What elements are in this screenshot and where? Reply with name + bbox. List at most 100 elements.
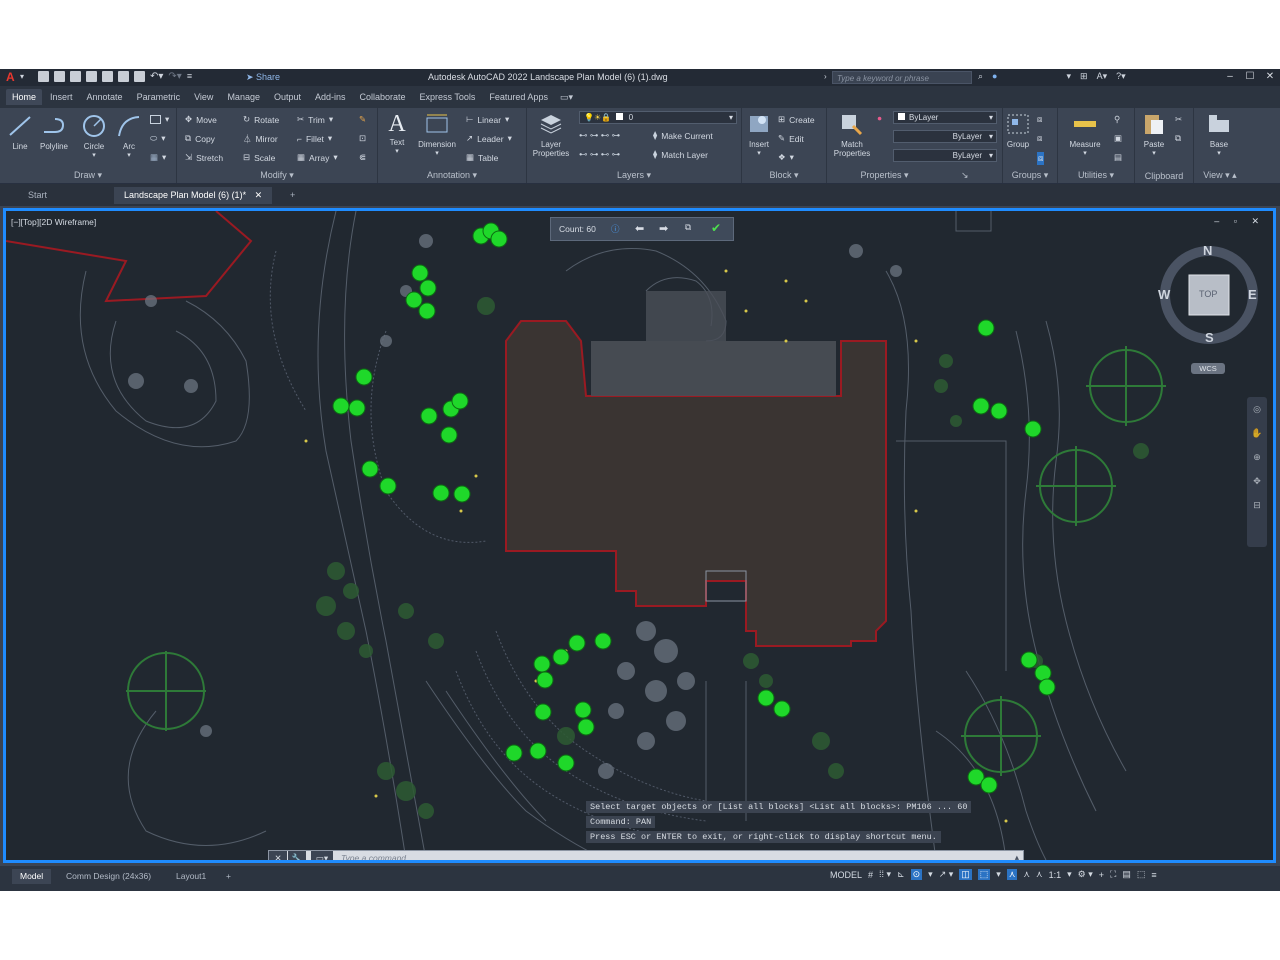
tab-view[interactable]: View [188, 89, 219, 105]
search-icon[interactable]: ⌕ [978, 71, 983, 82]
utilities-panel-title[interactable]: Utilities ▾ [1058, 170, 1134, 181]
minimize-button[interactable]: – [1220, 69, 1240, 86]
drawing-canvas[interactable] [6, 211, 1273, 860]
properties-panel-title[interactable]: Properties ▾ ↘ [827, 170, 1002, 181]
layers-panel-title[interactable]: Layers ▾ [527, 170, 741, 181]
cart-icon[interactable]: ⊞ [1080, 71, 1088, 82]
tab-home[interactable]: Home [6, 89, 43, 105]
edit-block-button[interactable]: ✎ Edit [778, 133, 804, 144]
navigation-bar[interactable]: ◎ ✋ ⊕ ✥ ⊟ [1247, 397, 1267, 547]
clean-screen-icon[interactable]: ⬚ [1137, 869, 1146, 880]
paste-button[interactable]: Paste ▾ [1137, 112, 1171, 157]
boundary-button[interactable]: ▦ ▾ [150, 152, 166, 163]
stretch-button[interactable]: ⇲ Stretch [185, 152, 223, 163]
osnap-icon[interactable]: ◫ [959, 869, 972, 880]
tab-output[interactable]: Output [268, 89, 307, 105]
save-as-icon[interactable] [86, 71, 97, 82]
previous-arrow-icon[interactable]: ⬅ [635, 222, 644, 235]
annotation-panel-title[interactable]: Annotation ▾ [378, 170, 526, 181]
color-wheel-icon[interactable]: ● [877, 113, 882, 123]
workspace-gear-icon[interactable]: ⚙ ▾ [1078, 869, 1093, 880]
rectangle-button[interactable]: ▾ [150, 114, 169, 125]
close-command-icon[interactable]: ✕ [269, 851, 287, 860]
close-count-check-icon[interactable]: ✔ [711, 221, 721, 235]
osnap-3d-icon[interactable]: ⬚ [977, 869, 991, 880]
recent-commands-icon[interactable]: ▭▾ [311, 851, 333, 860]
block-panel-title[interactable]: Block ▾ [742, 170, 826, 181]
share-button[interactable]: ➤ Share [246, 72, 280, 83]
infer-constraints-icon[interactable]: ⊾ [897, 869, 905, 880]
compass-east[interactable]: E [1248, 287, 1257, 302]
redo-icon[interactable]: ↷▾ [168, 71, 181, 82]
create-block-button[interactable]: ⊞ Create [778, 114, 815, 125]
tab-parametric[interactable]: Parametric [131, 89, 187, 105]
comm-design-layout-tab[interactable]: Comm Design (24x36) [58, 869, 159, 884]
text-button[interactable]: A Text ▾ [382, 112, 412, 155]
quick-select-button[interactable]: ⚲ [1114, 114, 1120, 125]
open-web-icon[interactable] [102, 71, 113, 82]
hatch-button[interactable]: ⬭ ▾ [150, 133, 166, 144]
cut-button[interactable]: ✂ [1175, 114, 1182, 125]
open-icon[interactable] [54, 71, 65, 82]
new-tab-button[interactable]: + [280, 187, 305, 204]
select-all-button[interactable]: ▣ [1114, 133, 1122, 144]
save-web-icon[interactable] [118, 71, 129, 82]
drawing-viewport[interactable]: [−][Top][2D Wireframe] – ▫ ✕ Count: 60 ⓘ… [3, 208, 1276, 863]
table-button[interactable]: ▦ Table [466, 152, 498, 163]
layer-properties-button[interactable]: Layer Properties [529, 112, 573, 158]
signin-chevron-icon[interactable]: ▾ [1066, 71, 1071, 82]
user-icon[interactable]: ● [992, 71, 997, 82]
group-button[interactable]: Group [1003, 112, 1033, 149]
make-current-button[interactable]: ⧫ Make Current [653, 130, 713, 141]
annotation-visibility-icon[interactable]: ⋏ [1006, 869, 1018, 880]
compass-north[interactable]: N [1203, 243, 1212, 258]
command-input[interactable]: Type a command [341, 853, 406, 860]
start-tab[interactable]: Start [18, 187, 118, 204]
customize-command-icon[interactable]: 🔧 [288, 851, 306, 860]
help-icon[interactable]: ?▾ [1116, 71, 1126, 82]
annotation-scale-value[interactable]: 1:1 [1049, 870, 1062, 880]
layer-tools-row2[interactable]: ⊷ ⊶ ⊷ ⊶ [579, 149, 620, 160]
undo-icon[interactable]: ↶▾ [150, 71, 163, 82]
polyline-button[interactable]: Polyline [36, 114, 72, 151]
explode-button[interactable]: ⊡ [359, 133, 366, 144]
isolate-icon[interactable]: ⛶ [1110, 869, 1116, 880]
plot-icon[interactable] [134, 71, 145, 82]
view-panel-title[interactable]: View ▾ ▴ [1194, 170, 1246, 181]
dimension-button[interactable]: Dimension ▾ [414, 112, 460, 157]
clipboard-panel-title[interactable]: Clipboard [1135, 171, 1193, 181]
tab-insert[interactable]: Insert [44, 89, 79, 105]
tab-annotate[interactable]: Annotate [81, 89, 129, 105]
match-layer-button[interactable]: ⧫ Match Layer [653, 149, 708, 160]
annotation-autoscale-icon[interactable]: ⋏ [1023, 869, 1030, 880]
copy-button[interactable]: ⧉ Copy [185, 133, 215, 144]
compass-south[interactable]: S [1205, 330, 1214, 345]
viewport-label[interactable]: [−][Top][2D Wireframe] [11, 217, 96, 227]
info-icon[interactable]: ⓘ [611, 223, 620, 235]
ungroup-button[interactable]: ⧈ [1037, 114, 1042, 125]
base-button[interactable]: Base ▾ [1200, 112, 1238, 157]
create-table-icon[interactable]: ⧉ [685, 222, 691, 233]
tab-manage[interactable]: Manage [221, 89, 266, 105]
tab-express-tools[interactable]: Express Tools [414, 89, 482, 105]
line-button[interactable]: Line [6, 114, 34, 151]
linetype-dropdown[interactable]: ByLayer ▾ [893, 130, 997, 143]
plus-icon[interactable]: + [1099, 870, 1104, 880]
close-button[interactable]: ✕ [1260, 69, 1280, 86]
array-button[interactable]: ▦ Array ▾ [297, 152, 338, 163]
model-space-toggle[interactable]: MODEL [830, 870, 862, 880]
draw-panel-title[interactable]: Draw ▾ [0, 170, 176, 181]
insert-button[interactable]: Insert ▾ [744, 112, 774, 157]
scale-button[interactable]: ⊟ Scale [243, 152, 275, 163]
leader-button[interactable]: ↗ Leader ▾ [466, 133, 512, 144]
maximize-button[interactable]: ☐ [1240, 69, 1260, 86]
block-attributes-button[interactable]: ❖ ▾ [778, 152, 794, 163]
app-logo[interactable]: A [6, 70, 15, 84]
color-dropdown[interactable]: ByLayer ▾ [893, 111, 997, 124]
copy-clip-button[interactable]: ⧉ [1175, 133, 1181, 144]
arc-button[interactable]: Arc ▾ [114, 114, 144, 159]
viewport-controls[interactable]: – ▫ ✕ [1214, 216, 1265, 227]
erase-button[interactable]: ✎ [359, 114, 366, 125]
trim-button[interactable]: ✂ Trim ▾ [297, 114, 333, 125]
next-arrow-icon[interactable]: ➡ [659, 222, 668, 235]
